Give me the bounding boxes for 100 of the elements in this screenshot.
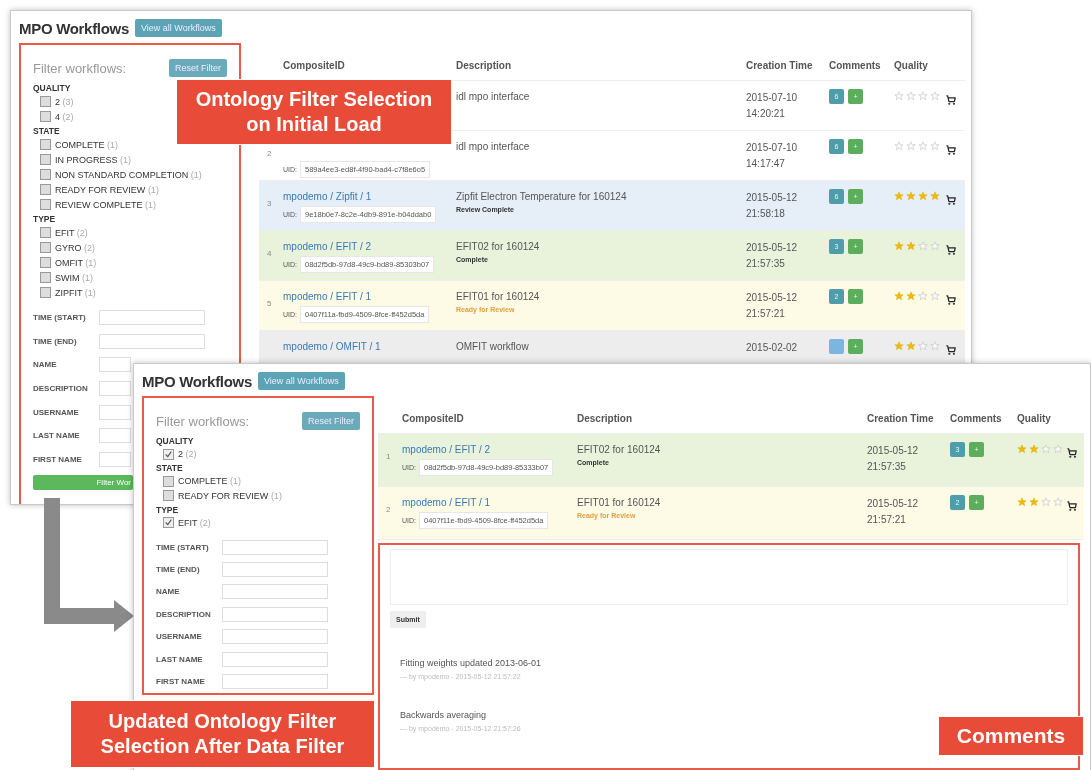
description-text: EFIT02 for 160124 (456, 241, 541, 252)
cart-icon[interactable] (946, 145, 956, 155)
input-field[interactable] (99, 428, 131, 444)
star-icon (918, 191, 928, 201)
checkbox[interactable] (40, 227, 51, 238)
checkbox[interactable] (40, 272, 51, 283)
view-all-workflows-button[interactable]: View all Workflows (258, 372, 345, 390)
star-icon (1017, 497, 1027, 507)
filter-group-label: QUALITY (33, 83, 72, 93)
row-number: 5 (266, 298, 273, 308)
checkbox[interactable] (163, 475, 174, 487)
input-field[interactable] (222, 584, 328, 600)
input-field[interactable] (99, 404, 131, 420)
creation-date: 2015-05-12 (746, 291, 799, 305)
filter-option-label: 4 (2) (55, 111, 74, 122)
star-icon (1029, 497, 1039, 507)
input-field[interactable] (99, 310, 205, 326)
composite-id-link[interactable]: mpodemo / EFIT / 2 (402, 444, 577, 455)
description-text: OMFIT workflow (456, 341, 530, 352)
filter-title: Filter workflows: (33, 60, 127, 76)
checkbox[interactable] (40, 199, 51, 210)
cart-icon[interactable] (946, 95, 956, 105)
checkbox[interactable] (40, 184, 51, 195)
filter-option-label: IN PROGRESS (1) (55, 154, 132, 165)
callout-label: Comments (938, 716, 1084, 756)
cart-icon[interactable] (946, 295, 956, 305)
view-all-workflows-button[interactable]: View all Workflows (135, 19, 222, 37)
field-label: LAST NAME (33, 431, 81, 441)
column-header: Comments (950, 412, 1003, 426)
row-number: 4 (266, 248, 273, 258)
cart-icon[interactable] (946, 195, 956, 205)
row-number: 1 (385, 451, 392, 461)
star-icon (930, 191, 940, 201)
field-label: DESCRIPTION (156, 609, 212, 619)
filter-title: Filter workflows: (156, 413, 250, 429)
star-icon (930, 141, 940, 151)
row-number: 2 (385, 504, 392, 514)
creation-date: 2015-02-02 (746, 341, 799, 355)
checkbox[interactable] (40, 139, 51, 150)
filter-option-label: READY FOR REVIEW (1) (178, 490, 282, 501)
field-label: FIRST NAME (156, 677, 206, 687)
input-field[interactable] (222, 651, 328, 667)
cart-icon[interactable] (1067, 448, 1077, 458)
field-label: TIME (END) (33, 336, 78, 346)
composite-id-link[interactable]: mpodemo / EFIT / 2 (283, 241, 456, 252)
checkbox[interactable] (40, 287, 51, 298)
cart-icon[interactable] (1067, 501, 1077, 511)
filter-option-label: GYRO (2) (55, 242, 96, 253)
star-icon (894, 91, 904, 101)
filter-option-label: 2 (3) (55, 96, 74, 107)
checkbox[interactable] (163, 517, 174, 529)
creation-time: 21:57:35 (746, 257, 786, 271)
checkbox[interactable] (163, 448, 174, 460)
reset-filter-button[interactable]: Reset Filter (302, 412, 360, 430)
input-field[interactable] (99, 333, 205, 349)
column-header: Quality (1017, 412, 1052, 426)
star-icon (1029, 444, 1039, 454)
star-icon (930, 291, 940, 301)
filter-option-label: SWIM (1) (55, 272, 93, 283)
input-field[interactable] (99, 357, 131, 373)
creation-date: 2015-05-12 (867, 497, 920, 511)
input-field[interactable] (222, 629, 328, 645)
composite-id-link[interactable]: mpodemo / OMFIT / 1 (283, 341, 456, 352)
star-icon (918, 141, 928, 151)
input-field[interactable] (222, 562, 328, 577)
creation-time: 21:57:35 (867, 460, 907, 474)
star-icon (918, 341, 928, 351)
star-icon (918, 91, 928, 101)
column-header: Quality (894, 59, 929, 73)
column-header: Description (577, 412, 633, 426)
checkbox[interactable] (40, 154, 51, 165)
composite-id-link[interactable]: mpodemo / EFIT / 1 (402, 497, 577, 508)
composite-id-link[interactable]: mpodemo / Zipfit / 1 (283, 191, 456, 202)
star-icon (906, 91, 916, 101)
checkbox[interactable] (40, 242, 51, 253)
description-text: idl mpo interface (456, 91, 531, 102)
input-field[interactable] (222, 606, 328, 622)
star-icon (1053, 497, 1063, 507)
checkbox[interactable] (40, 169, 51, 180)
row-number: 2 (266, 148, 273, 158)
filter-workflows-button[interactable]: Filter Wor (33, 475, 133, 491)
input-field[interactable] (222, 674, 328, 690)
composite-id-link[interactable]: mpodemo / EFIT / 1 (283, 291, 456, 302)
cart-icon[interactable] (946, 245, 956, 255)
checkbox[interactable] (40, 111, 51, 122)
checkbox[interactable] (163, 490, 174, 502)
filter-option-label: OMFIT (1) (55, 257, 97, 268)
input-field[interactable] (99, 381, 131, 397)
reset-filter-button[interactable]: Reset Filter (169, 59, 227, 77)
creation-time: 14:20:21 (746, 107, 786, 121)
checkbox[interactable] (40, 96, 51, 107)
cart-icon[interactable] (946, 345, 956, 355)
input-field[interactable] (222, 539, 328, 555)
creation-date: 2015-05-12 (746, 241, 799, 255)
filter-group-label: TYPE (156, 504, 180, 515)
page-title: MPO Workflows (19, 19, 129, 37)
comment-count-button[interactable] (829, 339, 844, 354)
input-field[interactable] (99, 451, 131, 467)
checkbox[interactable] (40, 257, 51, 268)
field-label: FIRST NAME (33, 454, 83, 464)
